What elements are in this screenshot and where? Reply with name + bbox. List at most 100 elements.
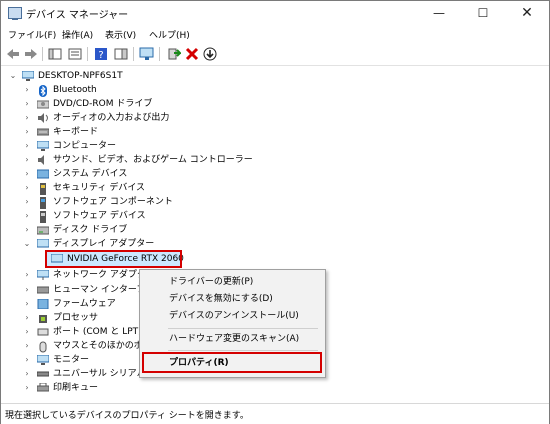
tree-item-software-components[interactable]: › ソフトウェア コンポーネント — [1, 195, 301, 209]
scan-hardware-icon[interactable] — [139, 46, 155, 62]
software-device-icon — [37, 211, 49, 223]
usb-icon — [36, 369, 50, 379]
uninstall-device-icon[interactable] — [184, 46, 200, 62]
tree-item-display-adapters[interactable]: ⌄ ディスプレイ アダプター — [1, 237, 301, 251]
tree-item-security-devices[interactable]: › セキュリティ デバイス — [1, 181, 301, 195]
dvd-drive-icon — [36, 99, 50, 109]
menu-item-update-driver[interactable]: ドライバーの更新(P) — [140, 274, 325, 291]
menu-view[interactable]: 表示(V) — [105, 28, 136, 41]
expand-chevron-icon[interactable]: › — [23, 268, 31, 282]
minimize-button[interactable]: — — [417, 1, 461, 25]
tree-item-label: ソフトウェア デバイス — [53, 211, 146, 221]
menu-item-label: デバイスを無効にする(D) — [169, 294, 273, 304]
menu-item-label: ハードウェア変更のスキャン(A) — [169, 334, 300, 344]
menu-item-disable-device[interactable]: デバイスを無効にする(D) — [140, 291, 325, 308]
tree-item-label: セキュリティ デバイス — [53, 183, 146, 193]
expand-chevron-icon[interactable]: › — [23, 297, 31, 311]
tree-root-label: DESKTOP-NPF6S1T — [38, 71, 123, 81]
expand-chevron-icon[interactable]: › — [23, 125, 31, 139]
menu-separator — [168, 328, 318, 329]
tree-item-label: システム デバイス — [53, 169, 128, 179]
expand-chevron-icon[interactable]: › — [23, 167, 31, 181]
title-bar: デバイス マネージャー — ☐ ✕ — [1, 1, 549, 25]
menu-item-label: ドライバーの更新(P) — [169, 277, 254, 287]
action-pane-icon[interactable] — [113, 46, 129, 62]
tree-item-audio-io[interactable]: › オーディオの入力および出力 — [1, 111, 301, 125]
firmware-icon — [37, 298, 49, 310]
software-component-icon — [37, 197, 49, 209]
menu-item-scan-hardware[interactable]: ハードウェア変更のスキャン(A) — [140, 331, 325, 348]
status-bar: 現在選択しているデバイスのプロパティ シートを開きます。 — [1, 403, 549, 424]
toolbar-separator — [87, 47, 88, 61]
port-icon — [37, 327, 49, 337]
expand-chevron-icon[interactable]: › — [23, 97, 31, 111]
expand-chevron-icon[interactable]: › — [23, 111, 31, 125]
toolbar-separator — [133, 47, 134, 61]
toolbar: ? — [1, 43, 549, 66]
tree-item-computer[interactable]: › コンピューター — [1, 139, 301, 153]
display-adapter-icon — [36, 238, 50, 249]
expand-chevron-icon[interactable]: › — [23, 381, 31, 395]
expand-chevron-icon[interactable]: › — [23, 367, 31, 381]
network-adapter-icon — [36, 269, 50, 280]
expand-chevron-icon[interactable]: › — [23, 209, 31, 223]
back-arrow-icon[interactable] — [5, 46, 21, 62]
status-text: 現在選択しているデバイスのプロパティ シートを開きます。 — [5, 411, 249, 421]
tree-item-keyboard[interactable]: › キーボード — [1, 125, 301, 139]
expand-chevron-icon[interactable]: › — [23, 339, 31, 353]
expand-chevron-icon[interactable]: › — [23, 283, 31, 297]
tree-item-label: コンピューター — [53, 141, 117, 151]
expand-chevron-icon[interactable]: › — [23, 311, 31, 325]
menu-action[interactable]: 操作(A) — [62, 28, 93, 41]
system-device-icon — [36, 169, 50, 179]
tree-item-sound-video-game[interactable]: › サウンド、ビデオ、およびゲーム コントローラー — [1, 153, 301, 167]
expand-chevron-icon[interactable]: › — [23, 139, 31, 153]
menu-file[interactable]: ファイル(F) — [8, 28, 56, 41]
close-button[interactable]: ✕ — [505, 1, 549, 25]
maximize-button[interactable]: ☐ — [461, 1, 505, 25]
show-hide-console-tree-icon[interactable] — [47, 46, 63, 62]
mouse-icon — [37, 341, 49, 353]
help-icon[interactable]: ? — [93, 46, 109, 62]
expand-chevron-icon[interactable]: › — [23, 195, 31, 209]
tree-item-disk-drives[interactable]: › ディスク ドライブ — [1, 223, 301, 237]
expand-chevron-icon[interactable]: › — [23, 223, 31, 237]
properties-icon[interactable] — [67, 46, 83, 62]
device-manager-window: デバイス マネージャー — ☐ ✕ ファイル(F) 操作(A) 表示(V) ヘル… — [0, 0, 550, 424]
tree-item-label: ディスク ドライブ — [53, 225, 128, 235]
menu-item-uninstall-device[interactable]: デバイスのアンインストール(U) — [140, 308, 325, 325]
expand-chevron-icon[interactable]: › — [23, 353, 31, 367]
expand-chevron-icon[interactable]: › — [23, 325, 31, 339]
hid-icon — [36, 285, 50, 295]
computer-icon — [21, 70, 35, 81]
printer-icon — [36, 382, 50, 393]
monitor-icon — [36, 354, 50, 365]
tree-item-system-devices[interactable]: › システム デバイス — [1, 167, 301, 181]
collapse-chevron-icon[interactable]: ⌄ — [23, 237, 31, 251]
forward-arrow-icon[interactable] — [23, 46, 39, 62]
tree-item-label: DVD/CD-ROM ドライブ — [53, 99, 153, 109]
tree-item-bluetooth[interactable]: › Bluetooth — [1, 83, 301, 97]
computer-icon — [36, 140, 50, 151]
tree-item-print-queues[interactable]: › 印刷キュー — [1, 381, 301, 395]
expand-chevron-icon[interactable]: › — [23, 181, 31, 195]
highlight-box-selected-device — [45, 250, 182, 268]
expand-chevron-icon[interactable]: › — [23, 83, 31, 97]
menu-help[interactable]: ヘルプ(H) — [149, 28, 190, 41]
security-key-icon — [37, 183, 49, 195]
keyboard-icon — [36, 127, 50, 137]
enable-device-icon[interactable] — [166, 46, 182, 62]
tree-root[interactable]: ⌄ DESKTOP-NPF6S1T — [1, 69, 301, 83]
tree-item-label: プロセッサ — [53, 313, 99, 323]
highlight-box-properties — [142, 352, 322, 373]
processor-icon — [37, 313, 49, 323]
collapse-chevron-icon[interactable]: ⌄ — [9, 69, 17, 83]
bluetooth-icon — [37, 85, 49, 97]
toolbar-separator — [159, 47, 160, 61]
expand-chevron-icon[interactable]: › — [23, 153, 31, 167]
tree-item-software-devices[interactable]: › ソフトウェア デバイス — [1, 209, 301, 223]
update-driver-icon[interactable] — [202, 46, 218, 62]
speaker-icon — [37, 113, 49, 123]
menu-item-label: デバイスのアンインストール(U) — [169, 311, 299, 321]
tree-item-dvd[interactable]: › DVD/CD-ROM ドライブ — [1, 97, 301, 111]
